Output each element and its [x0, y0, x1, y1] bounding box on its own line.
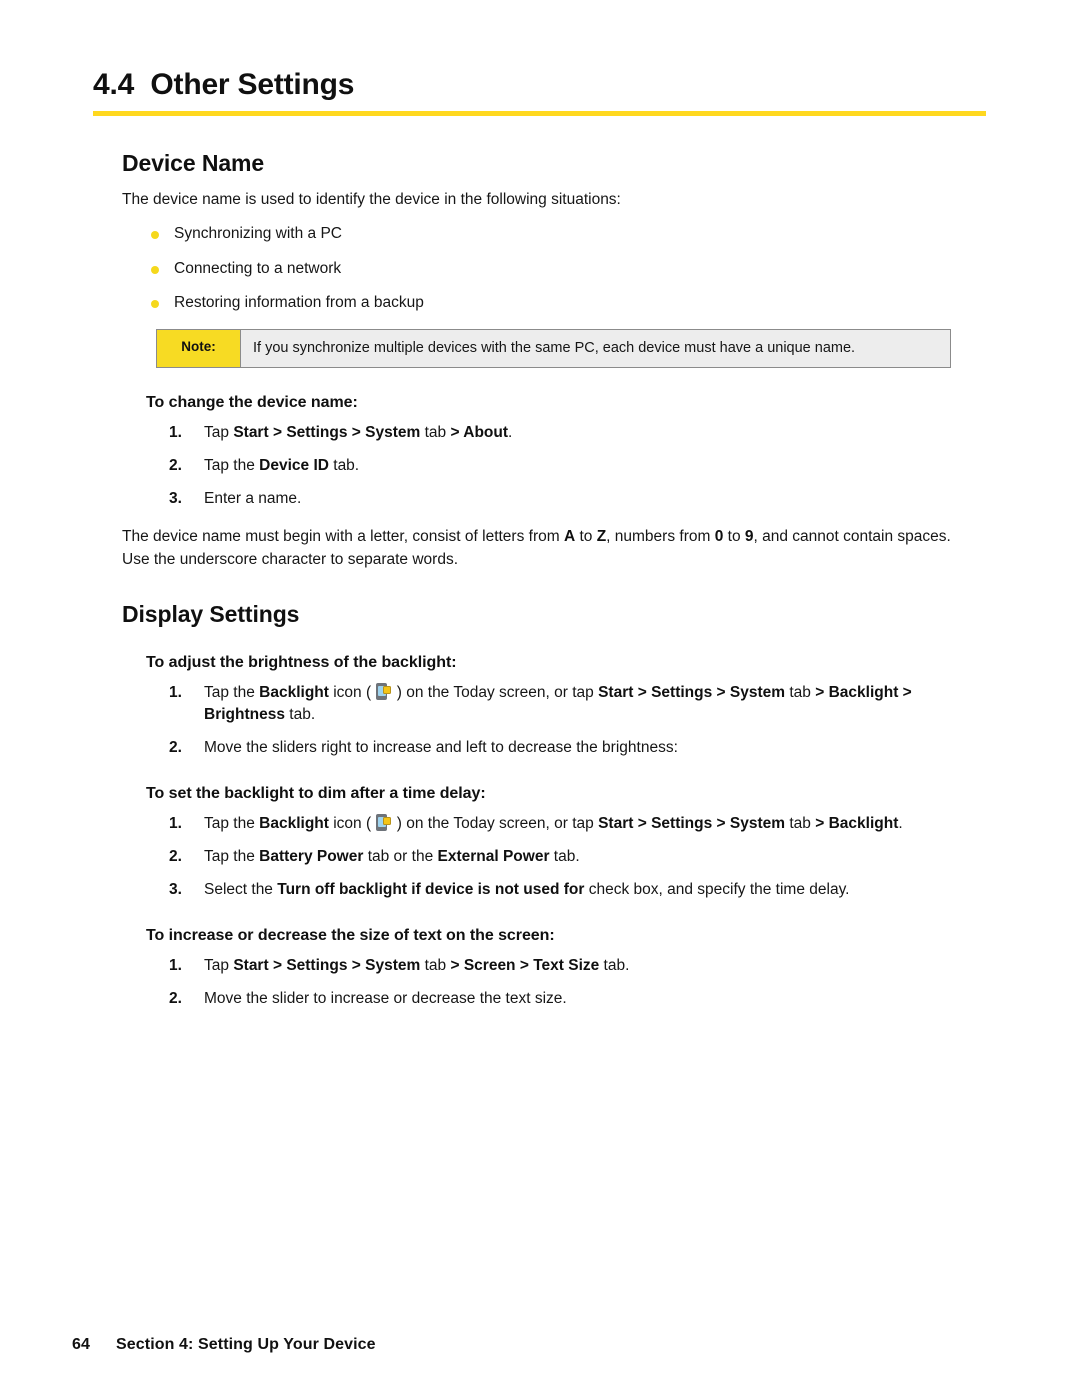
step-item: 1. Tap Start > Settings > System tab > Sc…: [122, 955, 962, 977]
step-text: Select the Turn off backlight if device …: [204, 881, 850, 899]
step-item: 3. Select the Turn off backlight if devic…: [122, 879, 962, 901]
step-text: Enter a name.: [204, 490, 302, 508]
list-item: Connecting to a network: [122, 258, 962, 280]
bullet-dot-icon: [151, 231, 159, 240]
backlight-icon: [376, 814, 392, 832]
step-text: Tap the Backlight icon ( ) on the Today …: [204, 814, 903, 833]
procedure-heading: To adjust the brightness of the backligh…: [146, 654, 457, 672]
step-number: 1.: [169, 815, 182, 833]
step-text: Tap the Device ID tab.: [204, 457, 360, 475]
page-footer: 64 Section 4: Setting Up Your Device: [72, 1336, 376, 1354]
procedure-steps: 1. Tap the Backlight icon ( ) on the Toda…: [122, 813, 962, 901]
step-item: 3. Enter a name.: [122, 488, 962, 510]
procedure-steps: 1. Tap Start > Settings > System tab > Sc…: [122, 955, 962, 1010]
footer-text: Section 4: Setting Up Your Device: [116, 1336, 376, 1353]
note-label: Note:: [157, 329, 241, 368]
step-number: 2.: [169, 739, 182, 757]
step-text: Tap the Backlight icon ( ) on the Today …: [204, 683, 912, 724]
step-text: Tap Start > Settings > System tab > Abou…: [204, 424, 513, 442]
bullet-dot-icon: [151, 265, 159, 274]
device-name-rules-paragraph: The device name must begin with a letter…: [122, 528, 951, 568]
step-text: Tap the Battery Power tab or the Externa…: [204, 848, 580, 866]
step-item: 1. Tap Start > Settings > System tab > Ab…: [122, 422, 962, 444]
backlight-icon: [376, 683, 392, 701]
step-number: 1.: [169, 684, 182, 702]
step-item: 1. Tap the Backlight icon ( ) on the Toda…: [122, 682, 962, 726]
section-title: Other Settings: [150, 68, 355, 101]
list-item-label: Connecting to a network: [174, 259, 342, 277]
heading-display-settings: Display Settings: [122, 601, 300, 628]
section-number: 4.4: [93, 68, 135, 101]
step-number: 3.: [169, 490, 182, 508]
step-text: Tap Start > Settings > System tab > Scre…: [204, 957, 630, 975]
procedure-heading: To set the backlight to dim after a time…: [146, 785, 486, 803]
list-item-label: Restoring information from a backup: [174, 294, 424, 312]
step-number: 2.: [169, 848, 182, 866]
heading-device-name: Device Name: [122, 150, 265, 176]
step-item: 2. Move the slider to increase or decreas…: [122, 988, 962, 1010]
procedure-heading: To increase or decrease the size of text…: [146, 927, 555, 945]
step-item: 2. Tap the Battery Power tab or the Exter…: [122, 846, 962, 868]
procedure-steps: 1. Tap the Backlight icon ( ) on the Toda…: [122, 682, 962, 759]
step-number: 1.: [169, 957, 182, 975]
step-item: 1. Tap the Backlight icon ( ) on the Toda…: [122, 813, 962, 835]
bullet-dot-icon: [151, 300, 159, 309]
step-item: 2. Tap the Device ID tab.: [122, 455, 962, 477]
list-item: Synchronizing with a PC: [122, 223, 962, 245]
note-text: If you synchronize multiple devices with…: [253, 339, 856, 356]
step-number: 1.: [169, 424, 182, 442]
header-rule: [93, 110, 986, 116]
steps-change-device-name: 1. Tap Start > Settings > System tab > Ab…: [122, 422, 962, 510]
step-text: Move the sliders right to increase and l…: [204, 739, 678, 757]
heading-to-change-device-name: To change the device name:: [146, 394, 358, 412]
step-text: Move the slider to increase or decrease …: [204, 990, 567, 1008]
device-name-bullet-list: Synchronizing with a PC Connecting to a n…: [122, 223, 962, 314]
note-box: Note: If you synchronize multiple device…: [156, 328, 951, 369]
section-header: 4.4 Other Settings: [93, 68, 993, 116]
page-content: Device Name The device name is used to i…: [122, 150, 962, 1021]
display-settings-procedures: To adjust the brightness of the backligh…: [122, 654, 962, 1010]
footer-page-number: 64: [72, 1336, 90, 1353]
step-item: 2. Move the sliders right to increase and…: [122, 737, 962, 759]
step-number: 2.: [169, 990, 182, 1008]
step-number: 2.: [169, 457, 182, 475]
page-title: 4.4 Other Settings: [93, 68, 993, 102]
list-item: Restoring information from a backup: [122, 292, 962, 314]
document-page: 4.4 Other Settings Device Name The devic…: [0, 0, 1080, 1397]
step-number: 3.: [169, 881, 182, 899]
list-item-label: Synchronizing with a PC: [174, 225, 342, 243]
device-name-intro: The device name is used to identify the …: [122, 191, 621, 208]
